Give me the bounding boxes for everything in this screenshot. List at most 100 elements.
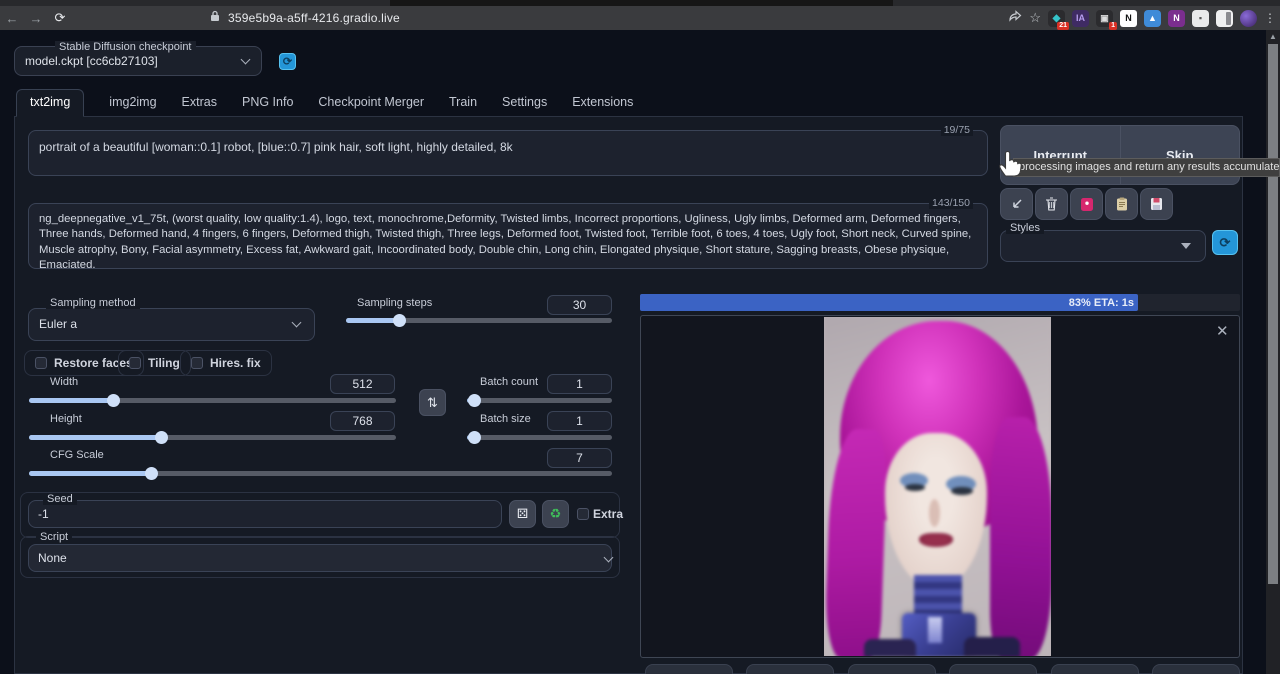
browser-menu-icon[interactable]: ⋮ <box>1264 11 1276 25</box>
checkpoint-value: model.ckpt [cc6cb27103] <box>25 54 158 68</box>
bookmark-star-icon[interactable]: ☆ <box>1029 10 1041 26</box>
tab-txt2img[interactable]: txt2img <box>16 89 84 117</box>
paste-params-button[interactable] <box>1000 188 1033 220</box>
script-dropdown[interactable]: None <box>28 544 612 572</box>
negative-token-counter: 143/150 <box>929 197 973 209</box>
save-icon <box>1150 197 1163 211</box>
seed-input[interactable]: -1 <box>28 500 502 528</box>
sampling-steps-label: Sampling steps <box>353 297 436 309</box>
cfg-scale-slider[interactable] <box>29 471 612 476</box>
batch-count-value[interactable]: 1 <box>547 374 612 394</box>
negative-prompt-textarea-wrap: 143/150 <box>28 203 988 269</box>
tab-extensions[interactable]: Extensions <box>572 90 633 116</box>
url-text[interactable]: 359e5b9a-a5ff-4216.gradio.live <box>228 11 400 25</box>
batch-count-slider[interactable] <box>467 398 612 403</box>
restore-faces-checkbox[interactable] <box>35 357 47 369</box>
extension-notion-icon[interactable]: N <box>1120 10 1137 27</box>
recycle-icon: ♻ <box>550 506 562 522</box>
extension-photos-icon[interactable]: ▲ <box>1144 10 1161 27</box>
styles-refresh-button[interactable]: ⟳ <box>1212 230 1238 255</box>
seed-extra-label: Extra <box>593 507 623 521</box>
reuse-seed-button[interactable]: ♻ <box>542 500 569 528</box>
save-style-button[interactable] <box>1140 188 1173 220</box>
extension-badge1-icon[interactable]: ▣ 1 <box>1096 10 1113 27</box>
width-value[interactable]: 512 <box>330 374 395 394</box>
sampling-method-dropdown[interactable]: Euler a <box>28 308 315 341</box>
puzzle-extensions-icon[interactable]: ▪ <box>1192 10 1209 27</box>
tab-extras[interactable]: Extras <box>182 90 217 116</box>
extension-ia-icon[interactable]: IA <box>1072 10 1089 27</box>
styles-dropdown[interactable] <box>1000 230 1206 262</box>
reload-icon[interactable]: ⟳ <box>48 10 72 26</box>
scrollbar-up-icon[interactable]: ▲ <box>1269 32 1277 41</box>
apply-styles-button[interactable] <box>1105 188 1138 220</box>
card-icon <box>1080 197 1094 212</box>
gallery-button[interactable] <box>949 664 1037 674</box>
hires-fix-checkbox[interactable] <box>191 357 203 369</box>
main-tabs: txt2img img2img Extras PNG Info Checkpoi… <box>14 90 1243 117</box>
back-icon[interactable]: ← <box>0 11 24 26</box>
generated-image[interactable] <box>824 317 1051 656</box>
hires-fix-label: Hires. fix <box>210 356 261 370</box>
clear-prompt-button[interactable] <box>1035 188 1068 220</box>
extension-badge21-icon[interactable]: ◆ 21 <box>1048 10 1065 27</box>
clipboard-icon <box>1116 197 1128 211</box>
extension-onenote-icon[interactable]: N <box>1168 10 1185 27</box>
progress-bar: 83% ETA: 1s <box>640 294 1240 311</box>
sidebar-toggle-icon[interactable] <box>1216 10 1233 27</box>
checkpoint-refresh-button[interactable]: ⟳ <box>279 53 296 70</box>
gallery-button[interactable] <box>746 664 834 674</box>
padlock-icon[interactable] <box>210 9 220 27</box>
scrollbar-thumb[interactable] <box>1268 44 1278 584</box>
tab-img2img[interactable]: img2img <box>109 90 156 116</box>
gallery-button[interactable] <box>848 664 936 674</box>
cfg-scale-value[interactable]: 7 <box>547 448 612 468</box>
negative-prompt-input[interactable] <box>29 204 987 268</box>
script-label: Script <box>36 531 72 543</box>
tab-train[interactable]: Train <box>449 90 477 116</box>
sampling-method-value: Euler a <box>39 317 77 331</box>
tab-checkpoint-merger[interactable]: Checkpoint Merger <box>318 90 424 116</box>
interrupt-tooltip: processing images and return any results… <box>1013 158 1280 177</box>
chevron-down-icon <box>292 318 302 328</box>
random-seed-button[interactable]: ⚄ <box>509 500 536 528</box>
batch-size-label: Batch size <box>476 413 535 425</box>
arrow-down-left-icon <box>1010 197 1024 211</box>
width-slider[interactable] <box>29 398 396 403</box>
height-slider[interactable] <box>29 435 396 440</box>
prompt-input[interactable] <box>29 131 987 175</box>
app-window: ← → ⟳ 359e5b9a-a5ff-4216.gradio.live ☆ ◆… <box>0 0 1280 674</box>
batch-size-value[interactable]: 1 <box>547 411 612 431</box>
extra-networks-button[interactable] <box>1070 188 1103 220</box>
gallery-action-buttons <box>645 664 1240 674</box>
close-icon[interactable]: ✕ <box>1216 322 1229 340</box>
batch-size-slider[interactable] <box>467 435 612 440</box>
tab-png-info[interactable]: PNG Info <box>242 90 293 116</box>
share-icon[interactable] <box>1008 9 1022 27</box>
height-value[interactable]: 768 <box>330 411 395 431</box>
swap-dimensions-button[interactable]: ⇅ <box>419 389 446 416</box>
sampling-steps-value[interactable]: 30 <box>547 295 612 315</box>
forward-icon[interactable]: → <box>24 11 48 26</box>
cfg-scale-label: CFG Scale <box>46 449 108 461</box>
batch-count-label: Batch count <box>476 376 542 388</box>
gallery-button[interactable] <box>1152 664 1240 674</box>
width-label: Width <box>46 376 82 388</box>
progress-fill: 83% ETA: 1s <box>640 294 1138 311</box>
chevron-down-icon <box>241 55 251 65</box>
seed-extra-checkbox[interactable] <box>577 508 589 520</box>
hires-fix-checkbox-group[interactable]: Hires. fix <box>180 350 272 376</box>
sampling-steps-slider[interactable] <box>346 318 612 323</box>
sampling-method-label: Sampling method <box>46 297 140 309</box>
gallery-button[interactable] <box>645 664 733 674</box>
dropdown-arrow-icon <box>1181 243 1191 249</box>
profile-avatar[interactable] <box>1240 10 1257 27</box>
prompt-textarea-wrap: 19/75 <box>28 130 988 176</box>
mouse-cursor-hand <box>996 146 1023 182</box>
gallery-button[interactable] <box>1051 664 1139 674</box>
seed-label: Seed <box>43 493 77 505</box>
prompt-token-counter: 19/75 <box>941 124 973 136</box>
tiling-checkbox[interactable] <box>129 357 141 369</box>
tab-settings[interactable]: Settings <box>502 90 547 116</box>
styles-label: Styles <box>1006 222 1044 234</box>
